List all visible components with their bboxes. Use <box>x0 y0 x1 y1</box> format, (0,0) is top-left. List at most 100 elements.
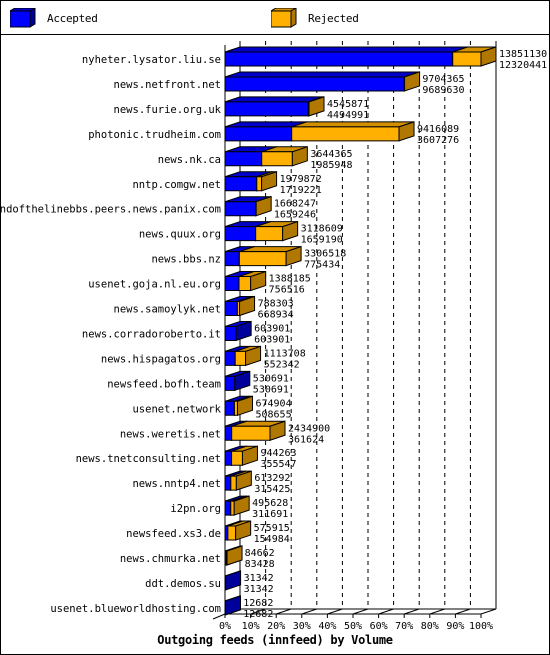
category-label: nntp.comgw.net <box>132 179 221 191</box>
bar-rejected <box>227 525 237 541</box>
x-tick-label: 30% <box>293 621 311 632</box>
data-label-total: 944263 <box>260 448 296 459</box>
data-label-total: 1113708 <box>264 348 306 359</box>
data-label-total: 9416089 <box>417 124 459 135</box>
data-label-total: 13851130 <box>499 49 547 60</box>
bar-rejected-top <box>291 121 415 128</box>
data-label-total: 9704365 <box>422 74 464 85</box>
floor-tick-line <box>480 608 497 615</box>
data-label-accepted: 775434 <box>304 260 340 271</box>
data-label-total: 788303 <box>258 299 294 310</box>
x-tick-label: 20% <box>267 621 285 632</box>
bar-accepted <box>224 51 454 67</box>
data-label-accepted: 4494991 <box>327 110 369 121</box>
category-label: news.weretis.net <box>120 428 221 440</box>
bar-rejected <box>234 350 247 366</box>
data-label-accepted: 361624 <box>288 434 324 445</box>
data-label-accepted: 1985948 <box>310 160 352 171</box>
data-label-total: 495628 <box>252 498 288 509</box>
category-label: news.chmurka.net <box>120 553 221 565</box>
data-label-total: 613292 <box>254 473 290 484</box>
data-label-total: 3118609 <box>301 224 343 235</box>
bar-accepted <box>224 126 293 142</box>
floor-tick-line <box>455 608 471 615</box>
x-tick-label: 40% <box>318 621 336 632</box>
data-label-total: 603901 <box>254 323 290 334</box>
bar-accepted <box>224 301 238 316</box>
bar-rejected <box>452 51 482 67</box>
bar-accepted <box>224 101 309 117</box>
floor-tick-line <box>301 608 317 615</box>
bar-accepted-side <box>225 595 241 616</box>
category-label: news.corradoroberto.it <box>82 328 221 340</box>
floor-tick-line <box>352 608 369 615</box>
bar-rejected <box>256 176 263 192</box>
category-label: news.netfront.net <box>114 79 221 91</box>
category-label: news.tnetconsulting.net <box>76 453 221 465</box>
bar-accepted <box>224 201 257 217</box>
bar-rejected <box>261 151 293 167</box>
data-label-accepted: 311691 <box>252 509 288 520</box>
category-label: i2pn.org <box>170 503 221 515</box>
data-label-accepted: 1659190 <box>301 235 343 246</box>
chart-plot: 0% 10% 20% 30% 40% 50% 60% 70% 80% 90% 100% nyheter… <box>0 41 547 632</box>
data-label-accepted: 12320441 <box>499 60 547 71</box>
bar-rejected <box>291 126 400 142</box>
data-label-accepted: 1659246 <box>274 210 316 221</box>
category-label: photonic.trudheim.com <box>88 129 221 141</box>
category-label: newsfeed.xs3.de <box>126 528 221 540</box>
data-label-accepted: 154984 <box>254 534 290 545</box>
floor-tick-line <box>404 608 420 615</box>
data-label-total: 674904 <box>255 398 291 409</box>
data-label-total: 1388185 <box>269 274 311 285</box>
floor-tick-line <box>378 608 394 615</box>
category-label: news.nntp4.net <box>132 478 221 490</box>
bar-accepted <box>224 450 233 466</box>
data-label-accepted: 355547 <box>260 459 296 470</box>
data-label-total: 530691 <box>253 373 289 384</box>
bar-accepted <box>224 400 235 416</box>
x-tick-label: 60% <box>370 621 388 632</box>
category-label: ddt.demos.su <box>145 578 221 590</box>
category-label: news.furie.org.uk <box>114 104 222 116</box>
bar-rejected <box>231 450 243 466</box>
x-tick-label: 0% <box>219 621 231 632</box>
category-label: usenet.goja.nl.eu.org <box>88 279 221 291</box>
bar-accepted <box>224 176 258 192</box>
bar-rejected <box>231 425 271 441</box>
bar-accepted <box>224 425 233 441</box>
x-tick-label: 100% <box>469 621 493 632</box>
bar-accepted <box>224 475 232 491</box>
bar-accepted <box>224 325 237 341</box>
data-label-accepted: 668934 <box>258 310 294 321</box>
bar-rejected <box>230 500 235 516</box>
bar-rejected <box>255 226 284 242</box>
data-label-total: 1979872 <box>280 174 322 185</box>
x-tick-label: 80% <box>421 621 439 632</box>
data-label-accepted: 83428 <box>245 559 275 570</box>
category-label: usenet.network <box>132 403 221 415</box>
category-label: endofthelinebbs.peers.news.panix.com <box>0 204 221 216</box>
bar-rejected <box>238 276 252 292</box>
floor-tick-line <box>327 608 343 615</box>
data-label-total: 31342 <box>244 573 274 584</box>
data-label-accepted: 530691 <box>253 384 289 395</box>
data-label-total: 3644365 <box>310 149 352 160</box>
data-label-accepted: 315425 <box>254 484 290 495</box>
data-label-accepted: 603901 <box>254 334 290 345</box>
data-label-accepted: 1719221 <box>280 185 322 196</box>
data-label-accepted: 31342 <box>244 584 274 595</box>
data-label-accepted: 756516 <box>269 285 305 296</box>
category-label: news.bbs.nz <box>151 254 221 266</box>
category-label: news.samoylyk.net <box>114 304 221 316</box>
bar-accepted-top <box>224 96 324 103</box>
bar-accepted <box>224 251 240 267</box>
x-tick-label: 10% <box>242 621 260 632</box>
x-tick-label: 90% <box>446 621 464 632</box>
data-label-total: 84662 <box>245 548 275 559</box>
bar-rejected <box>238 251 287 267</box>
x-tick-label: 50% <box>344 621 362 632</box>
category-label: news.quux.org <box>139 229 221 241</box>
bar-accepted-top <box>224 71 420 78</box>
data-label-accepted: 12682 <box>243 609 273 620</box>
